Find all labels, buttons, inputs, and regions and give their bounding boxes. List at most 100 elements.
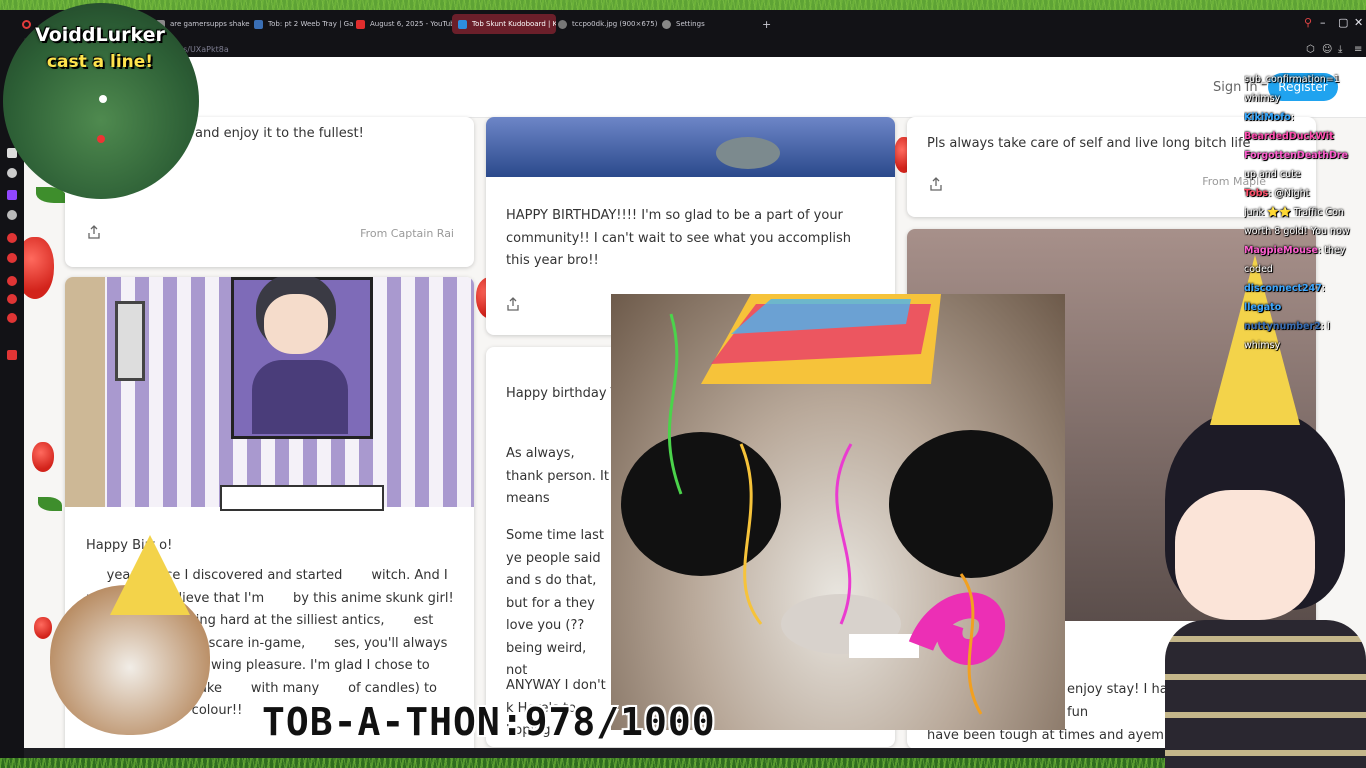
- cat-right-eye: [889, 430, 1053, 578]
- map-marker: [99, 95, 107, 103]
- chat-username[interactable]: llegato: [1244, 302, 1281, 313]
- chat-username[interactable]: MagpieMouse: [1244, 245, 1318, 256]
- kudo-message: Some time last ye people said and s do t…: [506, 528, 604, 678]
- kudo-message: Happy birthday T: [506, 386, 618, 401]
- chat-message: BeardedDuckWit: [1244, 127, 1366, 146]
- globe-icon: [558, 19, 567, 29]
- leaf-decoration: [38, 497, 62, 511]
- sidebar-icon[interactable]: [7, 210, 17, 220]
- chat-text: :: [1290, 112, 1295, 123]
- blower-curl: [908, 592, 1006, 665]
- tab-label: Tob: pt 2 Weeb Tray | Ga: [268, 20, 354, 28]
- chat-message: MagpieMouse: they: [1244, 241, 1366, 260]
- door-frame: [65, 277, 105, 507]
- sidebar-icon[interactable]: [7, 233, 17, 243]
- chat-text: : I: [1320, 321, 1330, 332]
- new-tab-button[interactable]: +: [756, 14, 778, 34]
- kudo-message: HAPPY BIRTHDAY!!!! I'm so glad to be a p…: [506, 208, 851, 268]
- chat-text: whimsy: [1244, 93, 1281, 104]
- sidebar-icon[interactable]: [7, 350, 17, 360]
- chat-username[interactable]: Tobs: [1244, 188, 1268, 199]
- sidebar-icon[interactable]: [7, 168, 17, 178]
- chat-text: coded: [1244, 264, 1273, 275]
- chat-message: nuttynumber2: I: [1244, 317, 1366, 336]
- search-tabs-icon[interactable]: ⚲: [1304, 16, 1312, 29]
- download-icon[interactable]: ⤓: [1338, 44, 1342, 55]
- share-icon[interactable]: [87, 225, 101, 239]
- chat-message: sub_confirmation=1: [1244, 70, 1366, 89]
- portrait-frame: [231, 277, 373, 439]
- character-face: [264, 294, 328, 354]
- chat-text: : they: [1318, 245, 1346, 256]
- minion-hat: [110, 535, 190, 615]
- chat-message: whimsy: [1244, 336, 1366, 355]
- mirror: [115, 301, 145, 381]
- strawberry-decoration: [24, 237, 54, 299]
- close-window-button[interactable]: ✕: [1354, 16, 1363, 29]
- chat-message: whimsy: [1244, 89, 1366, 108]
- tab-3[interactable]: Tob Skunt Kudoboard | K: [452, 14, 556, 34]
- site-header: Sign In Register: [24, 57, 1366, 118]
- twitch-icon[interactable]: [7, 190, 17, 200]
- chat-message: junk ⭐⭐ Traffic Con: [1244, 203, 1366, 222]
- share-icon[interactable]: [506, 297, 520, 311]
- kudo-message: and enjoy it to the fullest!: [195, 126, 364, 141]
- history-icon[interactable]: [7, 294, 17, 304]
- chat-message: llegato: [1244, 298, 1366, 317]
- character-body: [252, 360, 348, 434]
- sidebar-icon[interactable]: [7, 276, 17, 286]
- chat-username[interactable]: disconnect247: [1244, 283, 1322, 294]
- tab-5[interactable]: Settings: [656, 14, 764, 34]
- sidebar-icon[interactable]: [7, 253, 17, 263]
- chat-message: KikiMofo:: [1244, 108, 1366, 127]
- settings-icon[interactable]: [7, 313, 17, 323]
- anime-illustration: [65, 277, 474, 511]
- player-marker: [97, 135, 105, 143]
- subathon-counter: TOB-A-THON:978/1000: [262, 700, 716, 744]
- tab-4[interactable]: tccpo0dk.jpg (900×675): [552, 14, 660, 34]
- maximize-button[interactable]: ▢: [1338, 16, 1348, 29]
- chat-message: coded: [1244, 260, 1366, 279]
- chat-username[interactable]: nuttynumber2: [1244, 321, 1321, 332]
- gear-icon: [662, 19, 671, 29]
- avatar-sweater: [1165, 620, 1366, 768]
- profile-icon[interactable]: ☺: [1322, 44, 1332, 55]
- stream-chat: sub_confirmation=1whimsy KikiMofo: Bearded…: [1244, 70, 1366, 355]
- youtube-icon: [356, 19, 365, 29]
- tab-label: August 6, 2025 - YouTub: [370, 20, 455, 28]
- tab-1[interactable]: Tob: pt 2 Weeb Tray | Ga: [248, 14, 354, 34]
- party-blower: [849, 634, 919, 658]
- chat-text: up and cute: [1244, 169, 1301, 180]
- chat-text: : @Night: [1268, 188, 1310, 199]
- chat-text: :: [1321, 283, 1326, 294]
- kudo-message: As always, thank person. It means: [506, 446, 609, 506]
- kudo-author: From Captain Rai: [360, 227, 454, 240]
- can-lid: [716, 137, 780, 169]
- chat-message: disconnect247:: [1244, 279, 1366, 298]
- strawberry-decoration: [32, 442, 54, 472]
- avatar-face: [1175, 490, 1315, 620]
- extensions-icon[interactable]: ⬡: [1306, 44, 1315, 55]
- chat-username[interactable]: ForgottenDeathDre: [1244, 150, 1348, 161]
- sink: [220, 485, 384, 511]
- party-cat-drawing: [621, 294, 1053, 715]
- chat-text: whimsy: [1244, 340, 1281, 351]
- tab-2[interactable]: August 6, 2025 - YouTub: [350, 14, 456, 34]
- menu-icon[interactable]: ≡: [1354, 44, 1362, 55]
- chat-text: sub_confirmation=1: [1244, 74, 1340, 85]
- chat-username[interactable]: KikiMofo: [1244, 112, 1291, 123]
- kudoboard-icon: [458, 19, 467, 29]
- vtuber-avatar-overlay: [1135, 255, 1366, 768]
- chat-username[interactable]: BeardedDuckWit: [1244, 131, 1334, 142]
- minimize-button[interactable]: –: [1320, 16, 1326, 29]
- tab-favicon-icon: [254, 19, 263, 29]
- cat-avatar-overlay: [30, 535, 230, 768]
- chat-message: worth 8 gold! You now: [1244, 222, 1366, 241]
- tab-label: tccpo0dk.jpg (900×675): [572, 20, 658, 28]
- overlay-subtitle: cast a line!: [46, 52, 154, 72]
- chat-text: worth 8 gold! You now: [1244, 226, 1350, 237]
- tab-strip: are gamersupps shakers Tob: pt 2 Weeb Tr…: [0, 10, 1366, 38]
- share-icon[interactable]: [929, 177, 943, 191]
- tab-label: Tob Skunt Kudoboard | K: [472, 20, 556, 28]
- gif-thumbnail: [486, 117, 895, 177]
